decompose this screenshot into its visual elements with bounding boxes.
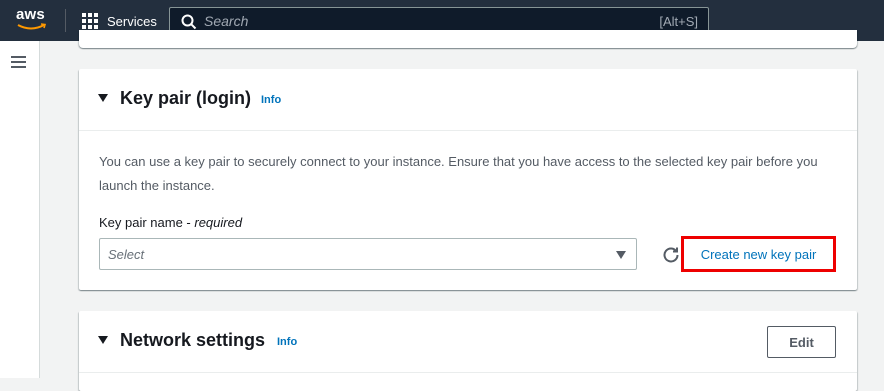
caret-down-icon[interactable]: [98, 94, 108, 102]
key-pair-panel: Key pair (login) Info You can use a key …: [79, 69, 857, 290]
services-menu-button[interactable]: Services: [82, 11, 157, 31]
create-new-key-pair-link[interactable]: Create new key pair: [681, 236, 836, 272]
services-grid-icon: [82, 12, 99, 30]
key-pair-description: You can use a key pair to securely conne…: [99, 154, 818, 193]
caret-down-icon[interactable]: [98, 336, 108, 344]
key-pair-name-label: Key pair name - required: [99, 215, 242, 230]
aws-logo[interactable]: aws: [16, 7, 50, 33]
nav-divider: [65, 9, 66, 32]
key-pair-title[interactable]: Key pair (login): [120, 88, 251, 109]
dropdown-caret-icon: [616, 251, 626, 259]
required-marker: required: [194, 215, 243, 230]
aws-smile-icon: [17, 23, 47, 30]
hamburger-menu-icon[interactable]: [11, 56, 26, 68]
network-settings-info-link[interactable]: Info: [277, 336, 297, 348]
key-pair-select-value: Select: [108, 247, 145, 262]
key-pair-select[interactable]: Select: [99, 238, 637, 270]
network-settings-panel-header: Network settings Info Edit: [79, 311, 857, 373]
previous-panel-bottom: [79, 30, 857, 48]
services-label: Services: [107, 13, 157, 29]
search-shortcut-hint: [Alt+S]: [659, 14, 698, 29]
key-pair-name-label-text: Key pair name -: [99, 215, 195, 230]
key-pair-info-link[interactable]: Info: [261, 94, 281, 106]
side-navigation-rail: [0, 41, 40, 378]
aws-logo-text: aws: [16, 6, 45, 23]
refresh-icon[interactable]: [662, 245, 680, 263]
edit-button[interactable]: Edit: [767, 326, 836, 358]
network-settings-panel: Network settings Info Edit: [79, 311, 857, 391]
key-pair-panel-header: Key pair (login) Info: [79, 69, 857, 131]
search-icon: [181, 14, 197, 30]
network-settings-title[interactable]: Network settings: [120, 330, 265, 351]
